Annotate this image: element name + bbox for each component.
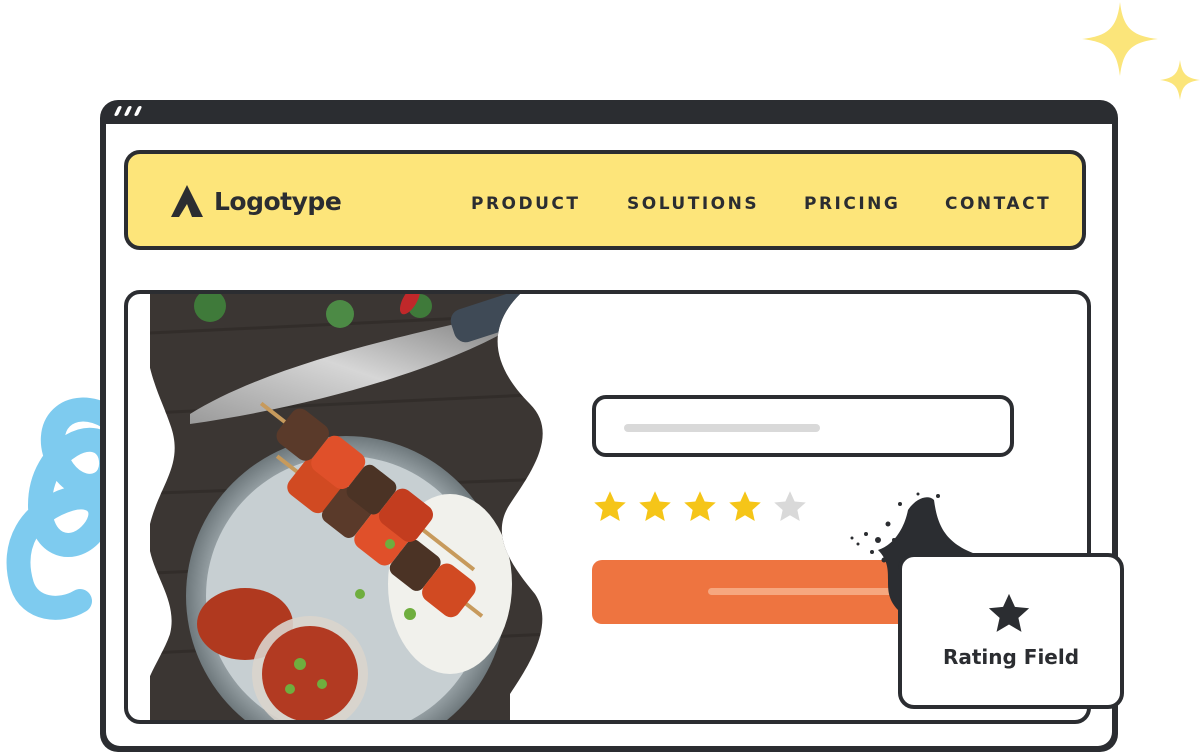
window-dot[interactable] (123, 106, 133, 116)
window-dot[interactable] (113, 106, 123, 116)
input-placeholder-bar (624, 424, 820, 432)
text-input-field[interactable] (592, 395, 1014, 457)
star-5-icon[interactable] (772, 489, 808, 525)
rating-field-badge: Rating Field (898, 553, 1124, 709)
nav-item-product[interactable]: PRODUCT (471, 194, 581, 214)
star-icon (988, 593, 1030, 632)
navigation-bar: Logotype PRODUCT SOLUTIONS PRICING CONTA… (124, 150, 1086, 250)
star-3-icon[interactable] (682, 489, 718, 525)
sparkle-large-icon (1082, 2, 1158, 76)
sparkle-small-icon (1160, 60, 1200, 100)
star-rating[interactable] (592, 489, 808, 525)
brand-logo[interactable]: Logotype (170, 184, 342, 218)
badge-label: Rating Field (942, 645, 1080, 669)
window-dot[interactable] (133, 106, 143, 116)
brand-name: Logotype (214, 186, 342, 216)
star-2-icon[interactable] (637, 489, 673, 525)
nav-item-pricing[interactable]: PRICING (804, 194, 900, 214)
star-4-icon[interactable] (727, 489, 763, 525)
nav-item-contact[interactable]: CONTACT (945, 194, 1051, 214)
nav-item-solutions[interactable]: SOLUTIONS (627, 194, 759, 214)
star-1-icon[interactable] (592, 489, 628, 525)
window-controls (113, 106, 143, 116)
food-photo (150, 294, 543, 720)
logo-mark-icon (171, 185, 203, 217)
